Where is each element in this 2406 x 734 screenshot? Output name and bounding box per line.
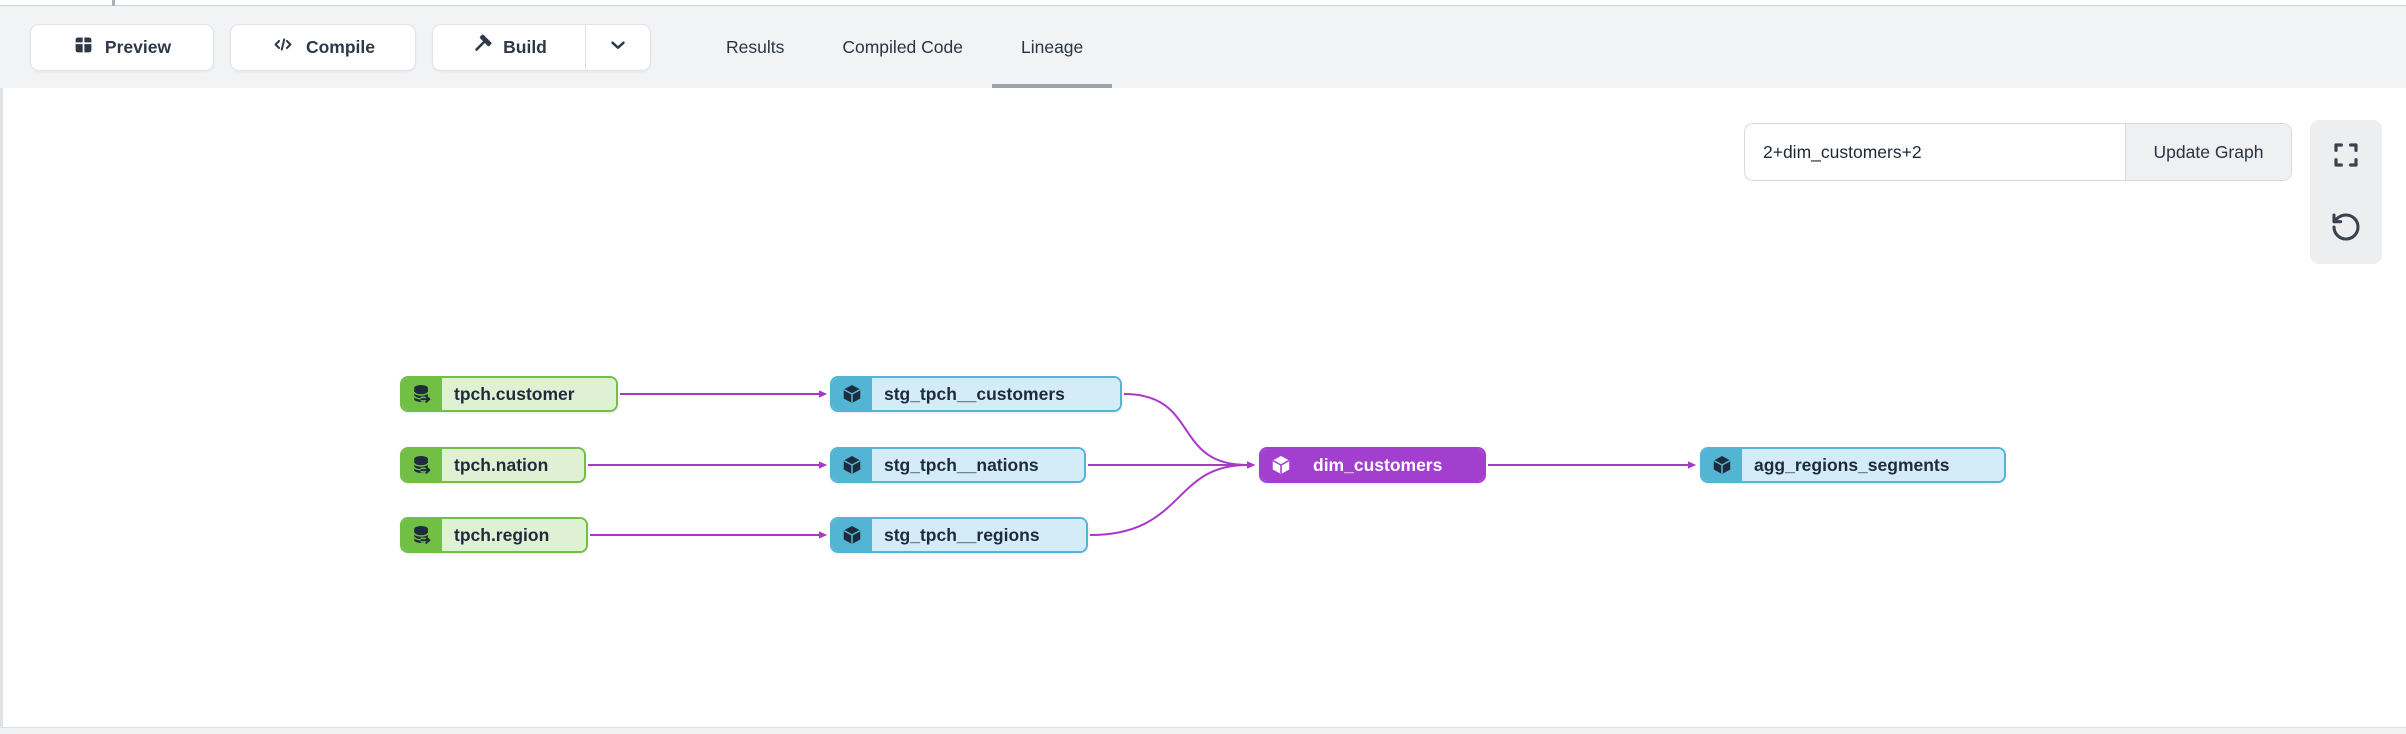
tab-results[interactable]: Results bbox=[697, 6, 813, 88]
tab-compiled-code-label: Compiled Code bbox=[842, 37, 963, 58]
source-database-icon bbox=[402, 449, 442, 481]
code-icon bbox=[271, 34, 295, 60]
update-graph-button[interactable]: Update Graph bbox=[2125, 124, 2291, 180]
node-label: agg_regions_segments bbox=[1742, 449, 2004, 481]
node-source-tpch-region[interactable]: tpch.region bbox=[400, 517, 588, 553]
preview-button-label: Preview bbox=[105, 37, 171, 58]
compile-button-label: Compile bbox=[306, 37, 375, 58]
node-model-stg-tpch-regions[interactable]: stg_tpch__regions bbox=[830, 517, 1088, 553]
ide-action-toolbar: Preview Compile Build Results Compiled C… bbox=[0, 6, 2406, 88]
node-model-agg-regions-segments[interactable]: agg_regions_segments bbox=[1700, 447, 2006, 483]
build-button-label: Build bbox=[503, 37, 547, 58]
build-options-dropdown[interactable] bbox=[585, 25, 650, 70]
node-label: tpch.nation bbox=[442, 449, 584, 481]
table-icon bbox=[73, 34, 94, 60]
result-tabs: Results Compiled Code Lineage bbox=[697, 6, 1112, 88]
node-model-stg-tpch-customers[interactable]: stg_tpch__customers bbox=[830, 376, 1122, 412]
hammer-icon bbox=[471, 34, 492, 60]
model-cube-icon bbox=[832, 449, 872, 481]
tab-compiled-code[interactable]: Compiled Code bbox=[813, 6, 992, 88]
source-database-icon bbox=[402, 378, 442, 410]
build-button[interactable]: Build bbox=[433, 25, 585, 70]
node-label: stg_tpch__regions bbox=[872, 519, 1086, 551]
preview-button[interactable]: Preview bbox=[30, 24, 214, 71]
node-model-stg-tpch-nations[interactable]: stg_tpch__nations bbox=[830, 447, 1086, 483]
node-label: tpch.customer bbox=[442, 378, 616, 410]
node-label: stg_tpch__nations bbox=[872, 449, 1084, 481]
model-cube-icon bbox=[832, 378, 872, 410]
model-cube-icon bbox=[832, 519, 872, 551]
tab-lineage[interactable]: Lineage bbox=[992, 6, 1112, 88]
compile-button[interactable]: Compile bbox=[230, 24, 416, 71]
build-split-button: Build bbox=[432, 24, 651, 71]
chevron-down-icon bbox=[607, 34, 629, 61]
node-label: stg_tpch__customers bbox=[872, 378, 1120, 410]
tab-lineage-label: Lineage bbox=[1021, 37, 1083, 58]
node-label: dim_customers bbox=[1301, 449, 1484, 481]
model-cube-icon bbox=[1261, 449, 1301, 481]
fullscreen-icon bbox=[2330, 139, 2362, 174]
lineage-selector-input[interactable] bbox=[1745, 124, 2125, 180]
lineage-canvas[interactable] bbox=[0, 88, 2406, 727]
model-cube-icon bbox=[1702, 449, 1742, 481]
reset-view-button[interactable] bbox=[2310, 192, 2382, 264]
tab-results-label: Results bbox=[726, 37, 784, 58]
source-database-icon bbox=[402, 519, 442, 551]
node-source-tpch-customer[interactable]: tpch.customer bbox=[400, 376, 618, 412]
node-label: tpch.region bbox=[442, 519, 586, 551]
fullscreen-button[interactable] bbox=[2310, 120, 2382, 192]
lineage-selector-group: Update Graph bbox=[1744, 123, 2292, 181]
node-source-tpch-nation[interactable]: tpch.nation bbox=[400, 447, 586, 483]
lineage-tool-rail bbox=[2310, 120, 2382, 264]
rotate-ccw-icon bbox=[2330, 211, 2362, 246]
node-model-dim-customers-selected[interactable]: dim_customers bbox=[1259, 447, 1486, 483]
panel-bottom-edge bbox=[0, 727, 2406, 734]
